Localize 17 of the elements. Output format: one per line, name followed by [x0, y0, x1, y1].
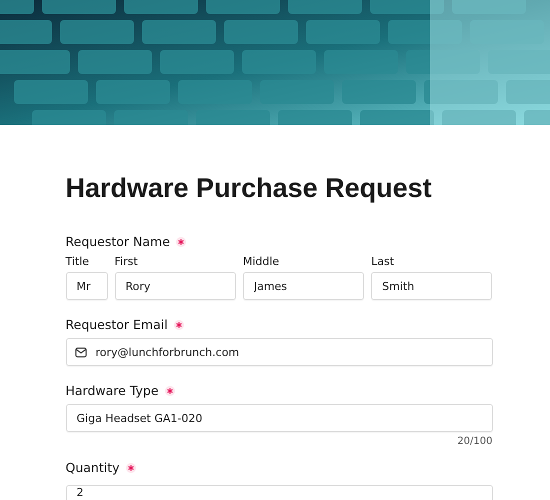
email-field[interactable]: rory@lunchforbrunch.com — [66, 338, 492, 366]
field-label: Requestor Name — [66, 234, 170, 250]
field-label: Hardware Type — [66, 383, 159, 399]
character-counter: 20/100 — [457, 436, 492, 448]
input-field[interactable]: 2 — [66, 484, 492, 500]
input-field[interactable]: Giga Headset GA1-020 — [66, 404, 492, 432]
field-label: First — [114, 255, 139, 269]
field-label: Last — [371, 255, 396, 269]
form-title: Hardware Purchase Request — [66, 172, 433, 204]
input-field[interactable]: Mr — [66, 272, 108, 300]
field-label: Requestor Email — [66, 317, 168, 333]
input-field[interactable]: Rory — [114, 272, 236, 300]
field-label: Middle — [242, 255, 280, 269]
field-label: Title — [66, 255, 90, 269]
envelope-icon — [74, 347, 86, 358]
input-field[interactable]: Smith — [371, 272, 492, 300]
field-label: Quantity — [66, 460, 120, 476]
